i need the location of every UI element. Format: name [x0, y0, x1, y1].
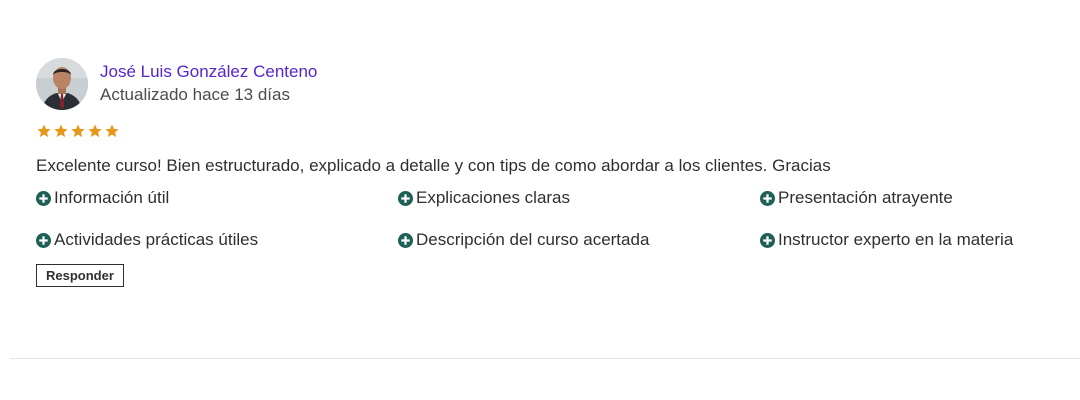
review-card: José Luis González Centeno Actualizado h…	[36, 57, 1056, 287]
review-tags: Información útil Explicaciones claras Pres…	[36, 186, 1056, 252]
star-icon	[87, 123, 103, 139]
star-icon	[53, 123, 69, 139]
review-tag-label: Presentación atrayente	[778, 188, 953, 207]
review-tag: Instructor experto en la materia	[760, 228, 1060, 252]
review-tag-label: Descripción del curso acertada	[416, 230, 650, 249]
star-icon	[104, 123, 120, 139]
review-comment: Excelente curso! Bien estructurado, expl…	[36, 156, 831, 175]
author-name-link[interactable]: José Luis González Centeno	[100, 61, 317, 83]
review-tag: Presentación atrayente	[760, 186, 1060, 210]
plus-circle-icon	[398, 232, 413, 248]
review-tag: Actividades prácticas útiles	[36, 228, 398, 252]
review-tag-label: Actividades prácticas útiles	[54, 230, 259, 249]
plus-circle-icon	[36, 232, 51, 248]
plus-circle-icon	[398, 190, 413, 206]
plus-circle-icon	[760, 232, 775, 248]
avatar	[36, 58, 88, 110]
review-header: José Luis González Centeno Actualizado h…	[36, 57, 1056, 111]
star-icon	[36, 123, 52, 139]
plus-circle-icon	[760, 190, 775, 206]
review-tag: Información útil	[36, 186, 398, 210]
star-rating	[36, 121, 1056, 141]
updated-timestamp: Actualizado hace 13 días	[100, 85, 290, 104]
divider	[10, 358, 1080, 359]
author-info: José Luis González Centeno Actualizado h…	[100, 61, 317, 107]
review-tag: Descripción del curso acertada	[398, 228, 760, 252]
plus-circle-icon	[36, 190, 51, 206]
star-icon	[70, 123, 86, 139]
review-tag-label: Explicaciones claras	[416, 188, 571, 207]
review-tag: Explicaciones claras	[398, 186, 760, 210]
reply-button[interactable]: Responder	[36, 264, 124, 287]
review-tag-label: Información útil	[54, 188, 170, 207]
review-tag-label: Instructor experto en la materia	[778, 230, 1014, 249]
